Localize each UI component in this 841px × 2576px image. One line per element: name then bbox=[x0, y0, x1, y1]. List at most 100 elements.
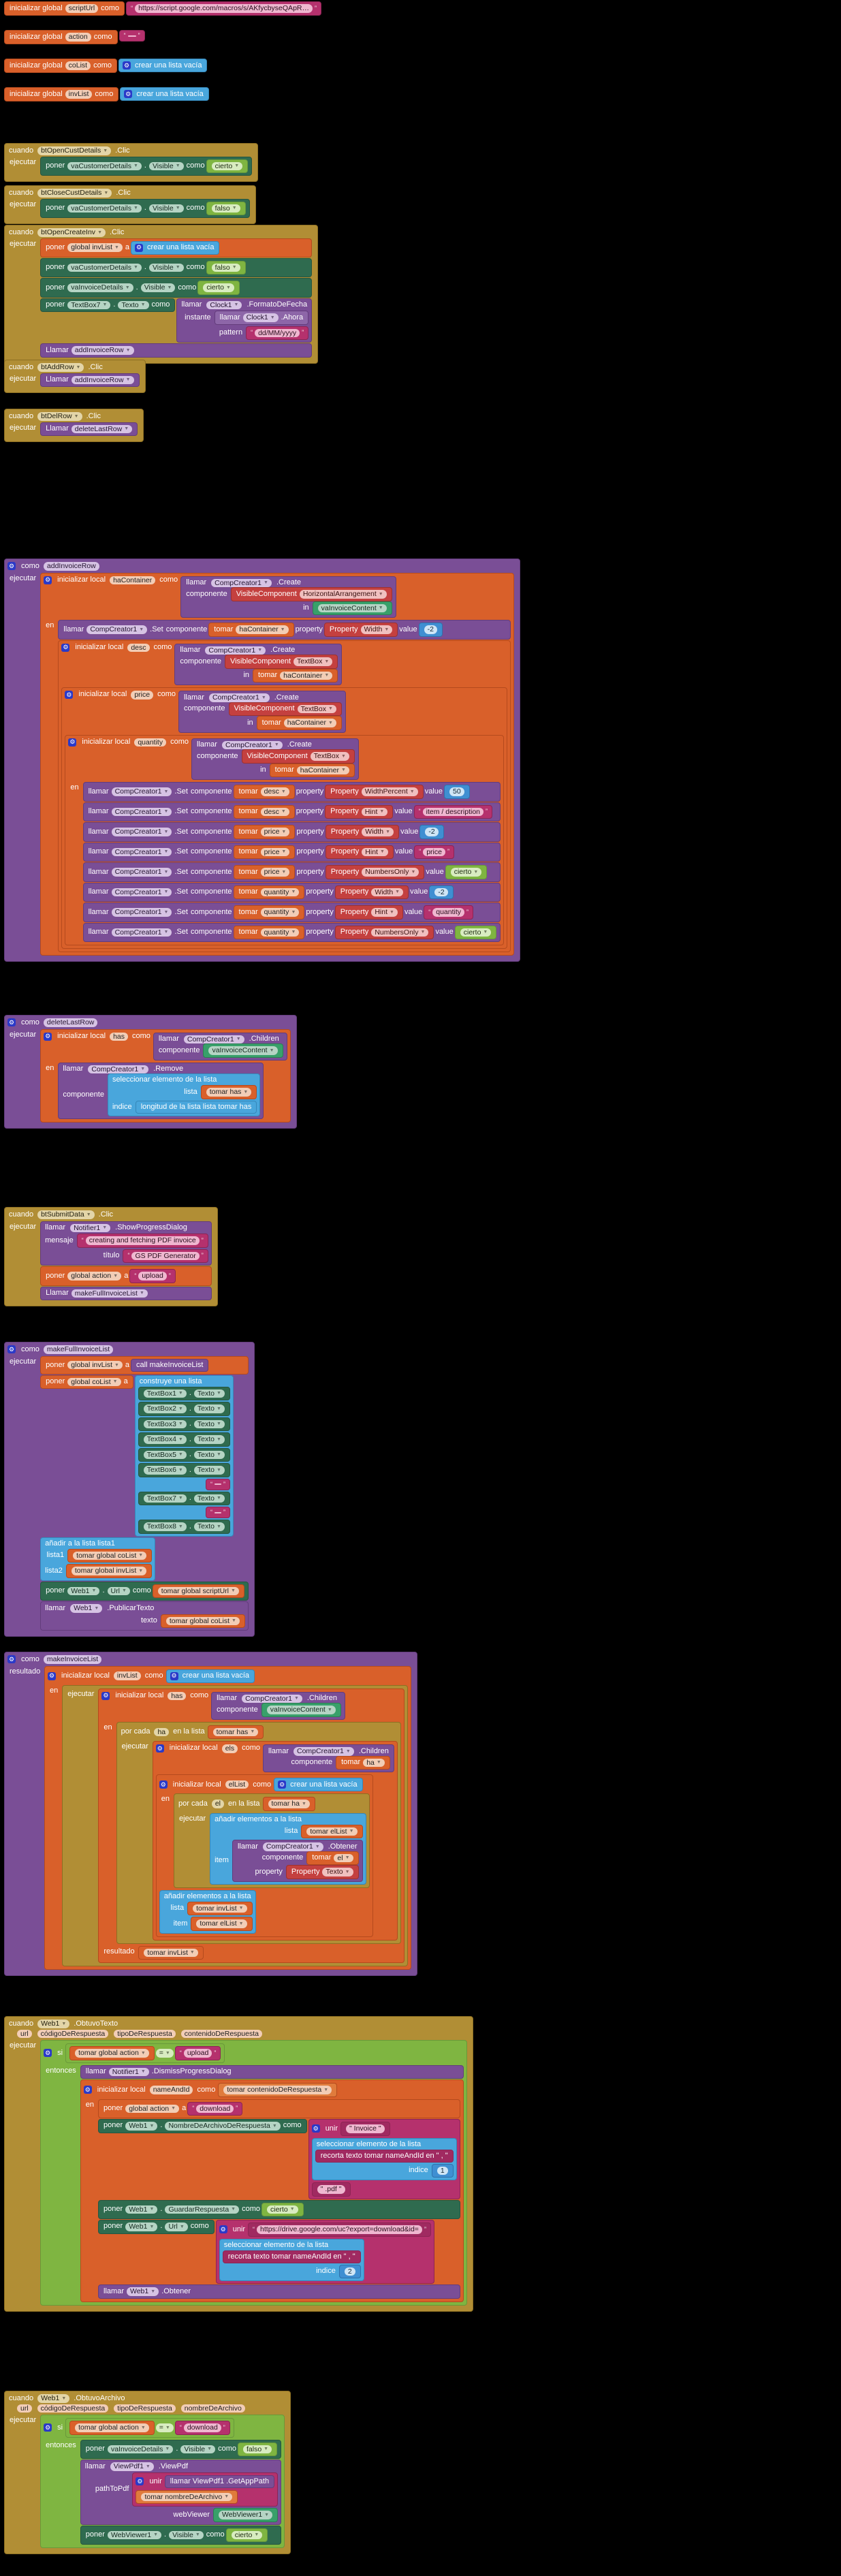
compcreator-set-block[interactable]: llamar CompCreator1 ▼ .Set componente tomar qu… bbox=[82, 882, 501, 902]
chevron-down-icon[interactable]: ▼ bbox=[163, 789, 168, 794]
get-nombredearchivo-block[interactable]: tomar nombreDeArchivo ▼ bbox=[136, 2489, 238, 2504]
operator-field[interactable]: = ▼ bbox=[155, 2423, 174, 2432]
notifier-field[interactable]: Notifier1 ▼ bbox=[108, 2067, 149, 2076]
compcreator-field[interactable]: CompCreator1 ▼ bbox=[242, 1694, 302, 1703]
compcreator-set-block[interactable]: llamar CompCreator1 ▼ .Set componente tom… bbox=[58, 620, 511, 640]
value-block[interactable]: -2 bbox=[419, 825, 444, 839]
text-block-empty[interactable]: “ ” bbox=[118, 30, 145, 42]
compcreator-set-block[interactable]: llamar CompCreator1 ▼ .Set componente tomar de… bbox=[82, 782, 501, 802]
set-global-action-download-block[interactable]: poner global action ▼ a “ download ” bbox=[98, 2099, 460, 2118]
comparison-block[interactable]: tomar global action ▼ = ▼ “ upload ” bbox=[65, 2043, 225, 2063]
component-type-field[interactable]: HorizontalArrangement ▼ bbox=[299, 590, 387, 599]
property-field[interactable]: Texto ▼ bbox=[193, 1435, 225, 1444]
chevron-down-icon[interactable]: ▼ bbox=[178, 1496, 183, 1501]
chevron-down-icon[interactable]: ▼ bbox=[324, 673, 329, 678]
compcreator-field[interactable]: CompCreator1 ▼ bbox=[211, 578, 272, 587]
text-value-field[interactable]: https://drive.google.com/uc?export=downl… bbox=[257, 2225, 422, 2234]
chevron-down-icon[interactable]: ▼ bbox=[254, 2532, 259, 2537]
chevron-down-icon[interactable]: ▼ bbox=[153, 2532, 158, 2537]
container-field[interactable]: WebViewer1 ▼ bbox=[219, 2511, 273, 2519]
number-field[interactable]: -2 bbox=[424, 625, 437, 634]
get-has-block[interactable]: tomar has ▼ bbox=[200, 1085, 257, 1099]
gear-icon[interactable]: ⚙ bbox=[7, 1345, 16, 1354]
set-property-field[interactable]: NombreDeArchivoDeRespuesta ▼ bbox=[165, 2122, 281, 2131]
variable-field[interactable]: tomar nombreDeArchivo ▼ bbox=[141, 2492, 233, 2501]
chevron-down-icon[interactable]: ▼ bbox=[281, 830, 286, 834]
chevron-down-icon[interactable]: ▼ bbox=[178, 1468, 183, 1473]
logic-field[interactable]: falso ▼ bbox=[242, 2445, 272, 2453]
chevron-down-icon[interactable]: ▼ bbox=[180, 2225, 185, 2229]
value-field[interactable]: cierto ▼ bbox=[450, 868, 482, 877]
visiblecomponent-block[interactable]: VisibleComponent HorizontalArrangement ▼ bbox=[230, 587, 392, 601]
chevron-down-icon[interactable]: ▼ bbox=[125, 285, 130, 290]
gear-icon[interactable]: ⚙ bbox=[135, 243, 144, 252]
chevron-down-icon[interactable]: ▼ bbox=[346, 1749, 351, 1754]
join-block[interactable]: ⚙ unir " Invoice " seleccionar elemento … bbox=[308, 2119, 460, 2199]
gear-icon[interactable]: ⚙ bbox=[83, 2086, 92, 2094]
foreach-ha-inner-block[interactable]: por cada ha en la lista tomar has ▼ ejec… bbox=[116, 1721, 401, 1944]
chevron-down-icon[interactable]: ▼ bbox=[239, 1921, 244, 1926]
local-name-field[interactable]: elList bbox=[225, 1780, 249, 1789]
chevron-down-icon[interactable]: ▼ bbox=[302, 1802, 306, 1806]
notifier-field[interactable]: Notifier1 ▼ bbox=[70, 1223, 111, 1232]
set-textbox7-texto-block[interactable]: poner TextBox7 ▼ . Texto ▼ como bbox=[40, 298, 176, 312]
local-name-field[interactable]: price bbox=[131, 691, 154, 700]
create-empty-list-block[interactable]: ⚙ crear una lista vacía bbox=[274, 1778, 363, 1791]
chevron-down-icon[interactable]: ▼ bbox=[171, 2106, 176, 2111]
text-block-space[interactable]: “” bbox=[205, 1507, 230, 1518]
chevron-down-icon[interactable]: ▼ bbox=[113, 1274, 118, 1278]
call-makefullinvoicelist-block[interactable]: Llamar makeFullInvoiceList ▼ bbox=[40, 1286, 212, 1300]
global-target-field[interactable]: global action ▼ bbox=[67, 1272, 122, 1281]
compcreator-field[interactable]: CompCreator1 ▼ bbox=[111, 847, 172, 856]
component-field[interactable]: TextBox7 ▼ bbox=[143, 1494, 187, 1503]
get-ellist-block[interactable]: tomar elList ▼ bbox=[191, 1917, 253, 1931]
text-value-field[interactable] bbox=[214, 1511, 221, 1513]
text-block-driveurl[interactable]: “ https://drive.google.com/uc?export=dow… bbox=[248, 2222, 431, 2237]
variable-field[interactable]: quantity ▼ bbox=[260, 928, 300, 937]
number-block[interactable]: -2 bbox=[418, 623, 443, 637]
component-field[interactable]: TextBox4 ▼ bbox=[143, 1435, 187, 1444]
chevron-down-icon[interactable]: ▼ bbox=[76, 365, 81, 370]
local-name-field[interactable]: haContainer bbox=[110, 576, 156, 584]
global-target-field[interactable]: global action ▼ bbox=[125, 2104, 180, 2113]
event-param-nombreDeArchivo[interactable]: nombreDeArchivo bbox=[180, 2404, 245, 2413]
chevron-down-icon[interactable]: ▼ bbox=[138, 1569, 143, 1573]
local-desc-block[interactable]: ⚙ inicializar local desc como llamar Com… bbox=[58, 640, 511, 952]
call-compcreator-remove-block[interactable]: llamar CompCreator1 ▼ .Remove componente … bbox=[58, 1062, 264, 1119]
local-name-field[interactable]: invList bbox=[113, 1671, 141, 1680]
set-web1-guardarrespuesta-block[interactable]: poner Web1 ▼ . GuardarRespuesta ▼ como cie… bbox=[98, 2199, 460, 2219]
event-btopencreateinv-click[interactable]: cuando btOpenCreateInv ▼ .Clic ejecutar p… bbox=[4, 225, 319, 364]
chevron-down-icon[interactable]: ▼ bbox=[140, 1291, 144, 1295]
chevron-down-icon[interactable]: ▼ bbox=[113, 1379, 118, 1384]
chevron-down-icon[interactable]: ▼ bbox=[150, 2289, 155, 2294]
set-property-block[interactable]: poner vaCustomerDetails ▼ . Visible ▼ como… bbox=[40, 257, 313, 277]
gear-icon[interactable]: ⚙ bbox=[219, 2225, 227, 2234]
chevron-down-icon[interactable]: ▼ bbox=[163, 870, 168, 875]
text-value-field[interactable]: GS PDF Generator bbox=[131, 1251, 200, 1260]
loop-variable-field[interactable]: el bbox=[211, 1800, 225, 1808]
logic-field[interactable]: falso ▼ bbox=[211, 263, 240, 272]
chevron-down-icon[interactable]: ▼ bbox=[232, 1618, 236, 1623]
chevron-down-icon[interactable]: ▼ bbox=[217, 1496, 221, 1501]
get-global-colist-block[interactable]: tomar global coList ▼ bbox=[67, 1548, 153, 1562]
if-block[interactable]: ⚙ si tomar global action ▼ = ▼ “ upload ” bbox=[40, 2040, 467, 2306]
compcreator-set-block[interactable]: llamar CompCreator1 ▼ .Set componente tomar pr… bbox=[82, 862, 501, 882]
gear-icon[interactable]: ⚙ bbox=[311, 2124, 320, 2133]
set-global-colist-block[interactable]: poner global coList ▼ a bbox=[40, 1375, 133, 1389]
textbox-texto-block[interactable]: TextBox3 ▼. Texto ▼ bbox=[138, 1417, 230, 1431]
global-name-field[interactable]: invList bbox=[65, 90, 93, 99]
chevron-down-icon[interactable]: ▼ bbox=[141, 2069, 146, 2074]
variable-field[interactable]: price ▼ bbox=[260, 828, 290, 836]
set-global-invlist-block[interactable]: poner global invList ▼ a ⚙ crear una list… bbox=[40, 238, 313, 257]
global-target-field[interactable]: global invList ▼ bbox=[67, 1360, 123, 1370]
block-init-global-scriptUrl[interactable]: inicializar global scriptUrl como “ http… bbox=[4, 1, 321, 16]
component-field[interactable]: TextBox8 ▼ bbox=[143, 1522, 187, 1531]
call-notifier-dismiss-block[interactable]: llamar Notifier1 ▼ .DismissProgressDialog bbox=[80, 2064, 464, 2079]
global-name-field[interactable]: action bbox=[65, 33, 91, 42]
variable-field[interactable]: haContainer ▼ bbox=[280, 671, 333, 680]
local-name-field[interactable]: has bbox=[168, 1691, 187, 1700]
property-field[interactable]: Texto ▼ bbox=[193, 1404, 225, 1413]
text-value-field[interactable]: upload bbox=[138, 1272, 167, 1281]
set-vainvoicedetails-visible-block[interactable]: poner vaInvoiceDetails ▼ . Visible ▼ como … bbox=[80, 2439, 282, 2459]
chevron-down-icon[interactable]: ▼ bbox=[281, 789, 286, 794]
